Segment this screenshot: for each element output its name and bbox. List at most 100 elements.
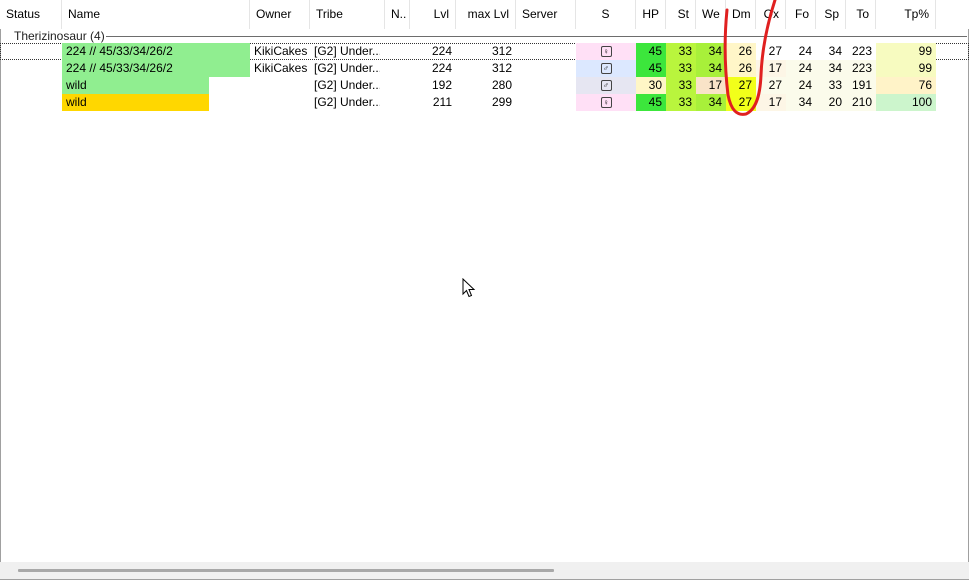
column-header-level-label: Lvl [433, 7, 449, 21]
cell-tribe: [G2] Under... [314, 95, 380, 109]
sex-icon: ♀ [600, 46, 612, 58]
column-header-food-label: Fo [794, 7, 809, 21]
cell-maxlvl: 312 [491, 61, 512, 75]
cell-name: wild [62, 77, 209, 94]
cell-status [0, 43, 62, 60]
column-header-weight[interactable]: We [696, 0, 726, 29]
cell-owner: KikiCakes [254, 61, 308, 75]
cell-tp: 76 [876, 77, 936, 94]
cell-note [385, 77, 410, 94]
cell-we: 34 [696, 60, 726, 77]
column-header-server-label: Server [522, 7, 558, 21]
cell-name: 224 // 45/33/34/26/2 [62, 43, 250, 60]
cell-maxlvl: 299 [491, 95, 512, 109]
cell-server [516, 94, 576, 111]
cell-lvl: 224 [431, 61, 452, 75]
column-header-status-label: Status [6, 7, 41, 21]
column-header-note[interactable]: N.. [385, 0, 410, 29]
cell-status [0, 94, 62, 111]
column-header-damage[interactable]: Dm [726, 0, 756, 29]
cell-owner [250, 94, 310, 111]
column-header-max-level[interactable]: max Lvl [456, 0, 516, 29]
cell-to: 223 [846, 43, 876, 60]
horizontal-scrollbar[interactable] [0, 562, 969, 579]
group-divider [106, 36, 967, 37]
cell-owner [250, 77, 310, 94]
mouse-pointer-icon [462, 278, 476, 298]
sex-icon: ♂ [600, 80, 612, 92]
cell-we: 17 [696, 77, 726, 94]
cell-hp: 45 [636, 60, 666, 77]
cell-maxlvl: 280 [491, 78, 512, 92]
column-header-name[interactable]: Name [62, 0, 250, 29]
cell-server [516, 43, 576, 60]
cell-to: 210 [846, 94, 876, 111]
cell-note [385, 60, 410, 77]
column-header-owner[interactable]: Owner [250, 0, 310, 29]
cell-st: 33 [666, 60, 696, 77]
cell-ox: 27 [756, 77, 786, 94]
column-header-hp[interactable]: HP [636, 0, 666, 29]
column-header-oxygen[interactable]: Ox [756, 0, 786, 29]
sex-icon: ♂ [600, 63, 612, 75]
cell-fo: 24 [786, 77, 816, 94]
cell-hp: 45 [636, 43, 666, 60]
cell-we: 34 [696, 94, 726, 111]
cell-dm: 26 [726, 43, 756, 60]
cell-ox: 27 [756, 43, 786, 60]
cell-tp: 99 [876, 60, 936, 77]
column-header-stamina-label: St [677, 7, 689, 21]
column-header-server[interactable]: Server [516, 0, 576, 29]
cell-maxlvl: 312 [491, 44, 512, 58]
cell-tp: 100 [876, 94, 936, 111]
cell-sp: 34 [816, 43, 846, 60]
cell-dm: 26 [726, 60, 756, 77]
column-header-speed-label: Sp [824, 7, 839, 21]
column-header-damage-label: Dm [732, 7, 751, 21]
column-header-top-percent[interactable]: Tp% [876, 0, 936, 29]
table-row[interactable]: wild [G2] Under... 211 299 ♀ 45 33 34 27 17 34 20 21… [0, 94, 969, 111]
cell-dm: 27 [726, 77, 756, 94]
sex-icon: ♀ [600, 97, 612, 109]
column-header-note-label: N.. [391, 7, 407, 21]
cell-tribe: [G2] Under... [314, 78, 380, 92]
table-row[interactable]: 224 // 45/33/34/26/2 KikiCakes [G2] Under.… [0, 60, 969, 77]
column-header-max-level-label: max Lvl [467, 7, 509, 21]
cell-we: 34 [696, 43, 726, 60]
cell-server [516, 60, 576, 77]
group-label: Therizinosaur (4) [14, 29, 111, 43]
column-header-row: Status Name Owner Tribe N.. Lvl max Lvl … [0, 0, 969, 29]
column-header-food[interactable]: Fo [786, 0, 816, 29]
group-header[interactable]: Therizinosaur (4) [0, 29, 969, 43]
column-header-speed[interactable]: Sp [816, 0, 846, 29]
cell-ox: 17 [756, 94, 786, 111]
cell-sex: ♂ [576, 60, 636, 77]
horizontal-scrollbar-thumb[interactable] [18, 569, 554, 572]
cell-lvl: 211 [432, 95, 452, 109]
cell-fo: 24 [786, 43, 816, 60]
column-header-status[interactable]: Status [0, 0, 62, 29]
column-header-stamina[interactable]: St [666, 0, 696, 29]
cell-tribe: [G2] Under... [314, 61, 380, 75]
cell-sp: 20 [816, 94, 846, 111]
column-header-tribe[interactable]: Tribe [310, 0, 385, 29]
table-row[interactable]: 224 // 45/33/34/26/2 KikiCakes [G2] Under.… [0, 43, 969, 60]
column-header-oxygen-label: Ox [763, 7, 779, 21]
column-header-torpor[interactable]: To [846, 0, 876, 29]
cell-sex: ♀ [576, 43, 636, 60]
column-header-sex[interactable]: S [576, 0, 636, 29]
column-header-tribe-label: Tribe [316, 7, 343, 21]
column-header-level[interactable]: Lvl [410, 0, 456, 29]
cell-note [385, 94, 410, 111]
cell-status [0, 60, 62, 77]
cell-server [516, 77, 576, 94]
cell-ox: 17 [756, 60, 786, 77]
cell-sp: 33 [816, 77, 846, 94]
column-header-name-label: Name [68, 7, 101, 21]
column-header-owner-label: Owner [256, 7, 292, 21]
column-header-hp-label: HP [642, 7, 659, 21]
cell-name: 224 // 45/33/34/26/2 [62, 60, 250, 77]
column-header-top-percent-label: Tp% [904, 7, 929, 21]
table-row[interactable]: wild [G2] Under... 192 280 ♂ 30 33 17 27 27 24 33 19… [0, 77, 969, 94]
column-header-sex-label: S [601, 7, 610, 21]
